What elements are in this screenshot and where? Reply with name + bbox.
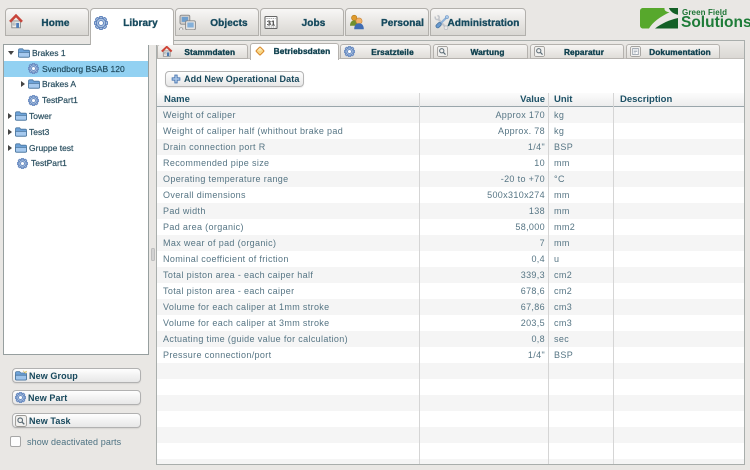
svg-text:31: 31 [267, 18, 275, 27]
